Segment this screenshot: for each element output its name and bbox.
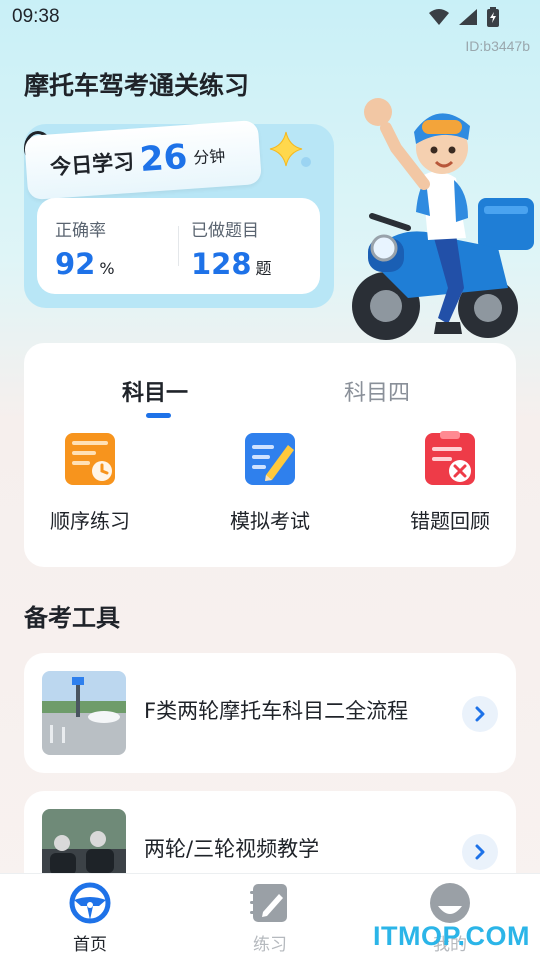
done-stat: 已做题目 128 题 bbox=[191, 216, 272, 281]
nav-home-label: 首页 bbox=[73, 935, 107, 955]
tools-section-title: 备考工具 bbox=[24, 604, 120, 632]
device-id: ID:b3447b bbox=[465, 38, 530, 54]
study-minutes: 26 bbox=[138, 136, 189, 181]
accuracy-label: 正确率 bbox=[55, 221, 106, 241]
nav-home[interactable]: 首页 bbox=[45, 882, 135, 955]
tool-title: F类两轮摩托车科目二全流程 bbox=[144, 699, 409, 723]
accuracy-stat: 正确率 92 % bbox=[55, 216, 115, 281]
notebook-icon bbox=[249, 882, 291, 924]
mock-exam-button[interactable]: 模拟考试 bbox=[210, 431, 330, 534]
study-label: 今日学习 bbox=[49, 149, 135, 180]
wrong-questions-label: 错题回顾 bbox=[410, 509, 490, 533]
profile-icon bbox=[429, 882, 471, 924]
status-icons bbox=[428, 7, 500, 31]
nav-practice-label: 练习 bbox=[253, 935, 287, 955]
stats-box: 正确率 92 % 已做题目 128 题 bbox=[37, 198, 320, 294]
wrong-questions-icon bbox=[424, 431, 476, 487]
battery-icon bbox=[486, 7, 500, 31]
rider-illustration bbox=[338, 88, 538, 344]
subject-card: 科目一 科目四 顺序练习 模拟考试 错题回顾 bbox=[24, 343, 516, 567]
tab-subject-four[interactable]: 科目四 bbox=[344, 375, 410, 407]
mock-exam-icon bbox=[244, 431, 296, 487]
study-unit: 分钟 bbox=[192, 146, 226, 168]
wifi-icon bbox=[428, 8, 450, 30]
accuracy-unit: % bbox=[99, 259, 115, 278]
done-label: 已做题目 bbox=[191, 221, 259, 241]
status-time: 09:38 bbox=[12, 6, 60, 27]
tool-card[interactable]: F类两轮摩托车科目二全流程 bbox=[24, 653, 516, 773]
accuracy-value: 92 bbox=[55, 247, 96, 281]
page-title: 摩托车驾考通关练习 bbox=[24, 71, 250, 100]
chevron-right-icon[interactable] bbox=[462, 834, 498, 870]
mock-exam-label: 模拟考试 bbox=[230, 509, 310, 533]
nav-practice[interactable]: 练习 bbox=[225, 882, 315, 955]
sequential-practice-label: 顺序练习 bbox=[50, 509, 130, 533]
status-bar: 09:38 bbox=[0, 0, 540, 36]
steering-wheel-icon bbox=[69, 882, 111, 924]
chevron-right-icon[interactable] bbox=[462, 696, 498, 732]
star-icon bbox=[268, 130, 316, 178]
sequential-practice-icon bbox=[64, 431, 116, 487]
sequential-practice-button[interactable]: 顺序练习 bbox=[30, 431, 150, 534]
tool-thumbnail bbox=[42, 671, 126, 755]
tool-title: 两轮/三轮视频教学 bbox=[144, 837, 320, 861]
stat-divider bbox=[178, 226, 179, 266]
done-value: 128 bbox=[191, 247, 252, 281]
tab-subject-one[interactable]: 科目一 bbox=[122, 375, 188, 407]
signal-icon bbox=[458, 8, 478, 30]
tab-active-indicator bbox=[146, 413, 171, 418]
watermark-text: ITMOP.COM bbox=[372, 921, 530, 951]
done-unit: 题 bbox=[255, 259, 272, 278]
wrong-questions-button[interactable]: 错题回顾 bbox=[390, 431, 510, 534]
